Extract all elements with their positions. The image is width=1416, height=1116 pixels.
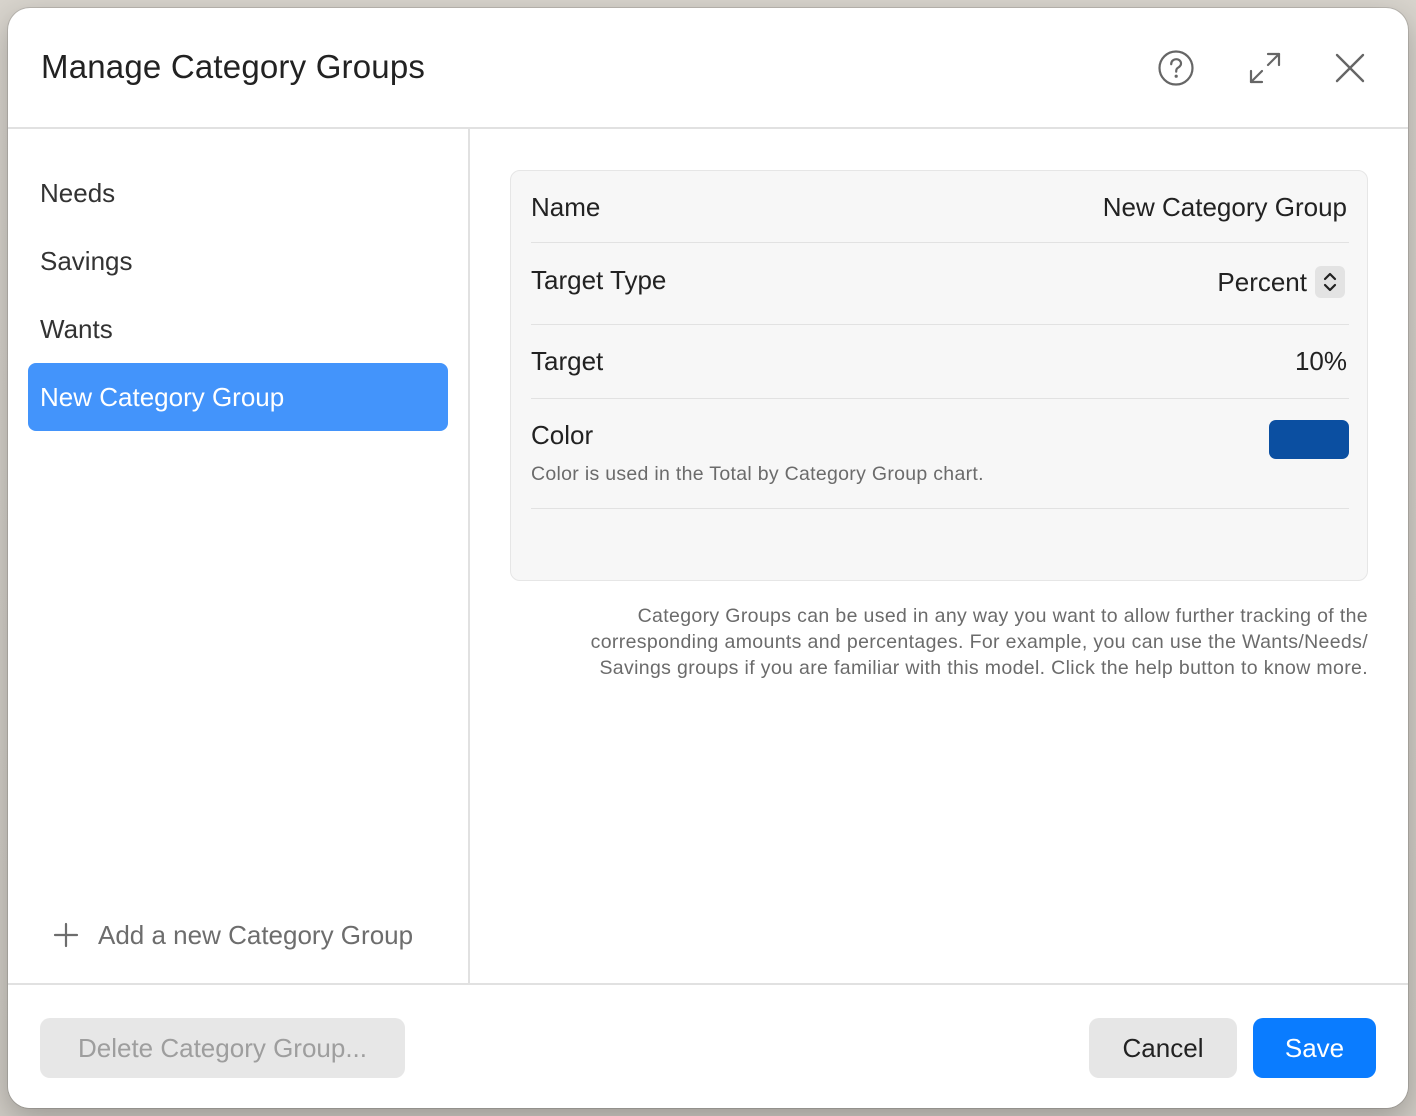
target-type-label: Target Type [531,265,667,295]
close-icon [1335,53,1365,83]
target-type-value: Percent [1217,266,1307,297]
expand-arrows-icon [1249,52,1281,84]
color-swatch-button[interactable] [1269,420,1349,459]
add-category-group-button[interactable]: Add a new Category Group [52,913,413,957]
dialog-footer: Delete Category Group... Cancel Save [8,983,1408,1108]
dialog-header: Manage Category Groups [8,8,1408,129]
plus-icon [53,922,79,948]
target-type-row: Target Type Percent [531,243,1349,325]
category-groups-help-text: Category Groups can be used in any way y… [590,605,1368,679]
sidebar-item-needs[interactable]: Needs [28,159,448,227]
close-button[interactable] [1330,48,1370,88]
color-hint: Color is used in the Total by Category G… [531,463,984,485]
sidebar-item-wants[interactable]: Wants [28,295,448,363]
chevron-up-down-icon [1315,266,1345,298]
save-button[interactable]: Save [1253,1018,1376,1078]
name-row: Name New Category Group [531,171,1349,243]
target-row: Target 10% [531,325,1349,399]
help-button[interactable] [1156,48,1196,88]
sidebar-item-new-category-group[interactable]: New Category Group [28,363,448,431]
category-group-details: Name New Category Group Target Type Perc… [470,129,1408,983]
manage-category-groups-dialog: Manage Category Groups Needs Savings Wan… [8,8,1408,1108]
target-field[interactable]: 10% [1295,346,1347,377]
details-form: Name New Category Group Target Type Perc… [510,170,1368,581]
cancel-button[interactable]: Cancel [1089,1018,1237,1078]
sidebar-item-label: Needs [40,177,116,208]
sidebar-item-label: Savings [40,245,133,276]
name-label: Name [531,192,601,222]
target-type-select[interactable]: Percent [1217,263,1345,301]
add-category-group-label: Add a new Category Group [98,919,414,950]
target-label: Target [531,346,604,376]
category-group-list: Needs Savings Wants New Category Group A… [8,129,470,983]
color-row: Color Color is used in the Total by Cate… [531,399,1349,509]
name-field[interactable]: New Category Group [1103,192,1347,223]
dialog-title: Manage Category Groups [41,48,426,85]
sidebar-item-savings[interactable]: Savings [28,227,448,295]
sidebar-item-label: New Category Group [40,381,285,412]
question-circle-icon [1158,50,1194,86]
color-label: Color [531,420,594,450]
expand-button[interactable] [1245,48,1285,88]
sidebar-item-label: Wants [40,313,113,344]
delete-category-group-button[interactable]: Delete Category Group... [40,1018,405,1078]
